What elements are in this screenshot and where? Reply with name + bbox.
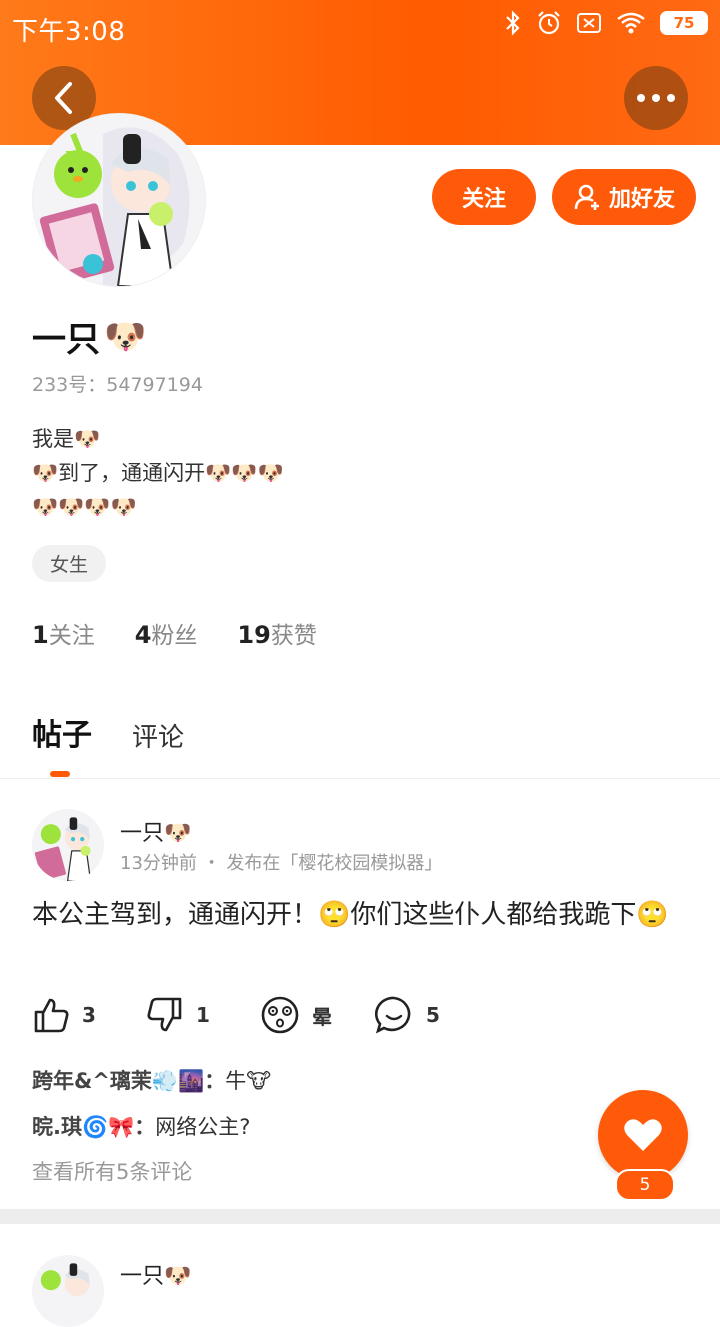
comment-preview[interactable]: 晥.琪🌀🎀：网络公主?	[32, 1111, 250, 1141]
comment-user[interactable]: 跨年&^璃茉💨🌆	[32, 1065, 204, 1095]
post-meta: 13分钟前 ・ 发布在「樱花校园模拟器」	[120, 853, 443, 874]
add-friend-button[interactable]: 加好友	[552, 169, 696, 225]
more-options-button[interactable]	[624, 66, 688, 130]
status-bar: 下午3:08 75	[0, 0, 720, 52]
more-dots-icon	[637, 94, 675, 102]
dog-emoji-icon: 🐶	[104, 316, 147, 357]
likes-count: 19	[237, 621, 271, 649]
add-friend-label: 加好友	[608, 187, 675, 212]
profile-avatar[interactable]	[33, 114, 205, 286]
anime-avatar-image	[32, 809, 104, 881]
tab-comments[interactable]: 评论	[132, 717, 184, 754]
post-body[interactable]: 本公主驾到，通通闪开！🙄你们这些仆人都给我跪下🙄	[32, 897, 682, 933]
thumbs-up-icon	[34, 998, 69, 1033]
like-action[interactable]: 3	[32, 995, 146, 1035]
dizzy-label: 晕	[312, 1004, 332, 1029]
bio-line: 🐶🐶🐶🐶	[32, 495, 137, 519]
tab-posts[interactable]: 帖子	[32, 710, 92, 754]
follow-button[interactable]: 关注	[432, 169, 536, 225]
likes-label: 获赞	[270, 623, 317, 649]
post-actions: 3 1 晕 5	[32, 995, 488, 1035]
likes-stat: 19获赞	[237, 616, 316, 650]
no-sim-icon	[577, 13, 601, 33]
post-author-avatar[interactable]	[32, 809, 104, 881]
bluetooth-icon	[506, 10, 520, 36]
status-icons: 75	[504, 10, 708, 36]
comment-text: 牛🐮	[225, 1069, 272, 1093]
profile-name-text: 一只	[32, 320, 100, 360]
comment-preview[interactable]: 跨年&^璃茉💨🌆：牛🐮	[32, 1065, 271, 1095]
comment-user[interactable]: 晥.琪🌀🎀	[32, 1111, 134, 1141]
profile-name: 一只 🐶	[32, 312, 146, 361]
active-tab-indicator	[50, 771, 70, 777]
post-separator	[0, 1209, 720, 1224]
post-author-name[interactable]: 一只🐶	[120, 1258, 191, 1290]
profile-bio: 我是🐶 🐶到了，通通闪开🐶🐶🐶 🐶🐶🐶🐶	[32, 422, 284, 524]
dislike-count: 1	[196, 1003, 210, 1027]
following-stat[interactable]: 1关注	[32, 616, 95, 650]
comment-colon: ：	[134, 1115, 156, 1139]
dizzy-face-icon	[261, 996, 299, 1034]
comment-bubble-icon	[375, 996, 411, 1034]
user-id: 233号：54797194	[32, 374, 203, 396]
bio-line: 🐶到了，通通闪开🐶🐶🐶	[32, 461, 284, 485]
content-tabs: 帖子 评论	[32, 710, 184, 754]
chevron-left-icon	[55, 82, 72, 114]
following-label: 关注	[48, 623, 95, 649]
following-count: 1	[32, 621, 49, 649]
anime-avatar-image	[33, 114, 205, 286]
comment-text: 网络公主?	[155, 1115, 251, 1139]
fab-like-count: 5	[615, 1169, 675, 1201]
profile-stats: 1关注 4粉丝 19获赞	[32, 616, 317, 650]
bio-line: 我是🐶	[32, 427, 101, 451]
comment-count: 5	[426, 1003, 440, 1027]
comment-action[interactable]: 5	[374, 995, 488, 1035]
thumbs-down-icon	[147, 997, 182, 1032]
dislike-action[interactable]: 1	[146, 995, 260, 1035]
dizzy-action[interactable]: 晕	[260, 995, 374, 1035]
alarm-icon	[538, 11, 560, 35]
gender-tag: 女生	[32, 545, 106, 582]
status-time: 下午3:08	[12, 17, 126, 47]
post-author-avatar[interactable]	[32, 1255, 104, 1327]
like-count: 3	[82, 1003, 96, 1027]
anime-avatar-image	[32, 1255, 104, 1327]
fans-label: 粉丝	[151, 623, 198, 649]
heart-icon	[624, 1119, 662, 1151]
comment-colon: ：	[204, 1069, 226, 1093]
view-all-comments-link[interactable]: 查看所有5条评论	[32, 1156, 192, 1186]
battery-indicator: 75	[660, 11, 708, 35]
fans-count: 4	[134, 621, 152, 649]
wifi-icon	[617, 12, 645, 34]
post-author-name[interactable]: 一只🐶	[120, 815, 191, 847]
fans-stat[interactable]: 4粉丝	[135, 616, 198, 650]
add-user-icon	[574, 184, 599, 210]
like-fab-button[interactable]	[598, 1090, 688, 1180]
